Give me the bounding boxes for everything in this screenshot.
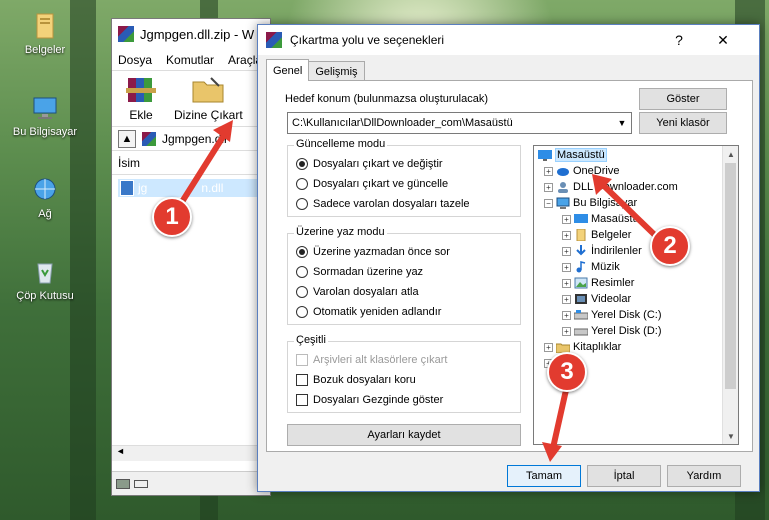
arrowhead-3	[542, 442, 562, 462]
step-badge-2: 2	[650, 226, 690, 266]
step-badge-3: 3	[547, 352, 587, 392]
arrow-2	[599, 181, 663, 243]
annotation-arrows	[177, 120, 663, 462]
arrow-3	[550, 387, 569, 451]
tab-general[interactable]: Genel	[266, 59, 310, 81]
arrow-1	[177, 129, 229, 208]
step-badge-1: 1	[152, 197, 192, 237]
